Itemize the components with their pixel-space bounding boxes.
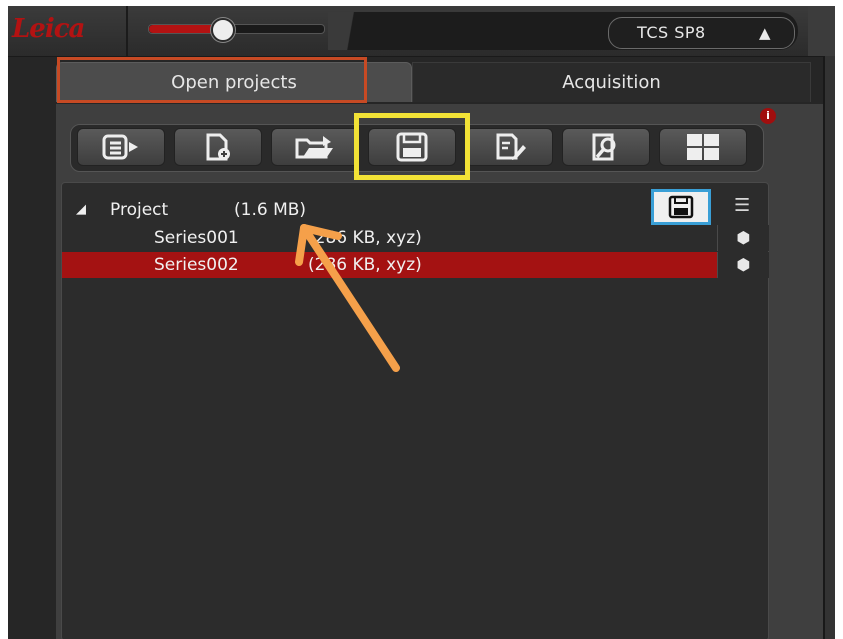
- screenshot-frame: Leica TCS SP8 ▲ Open projects Acquisitio…: [0, 0, 843, 639]
- annotation-arrow: [295, 224, 400, 372]
- leica-app-window: Leica TCS SP8 ▲ Open projects Acquisitio…: [8, 6, 835, 639]
